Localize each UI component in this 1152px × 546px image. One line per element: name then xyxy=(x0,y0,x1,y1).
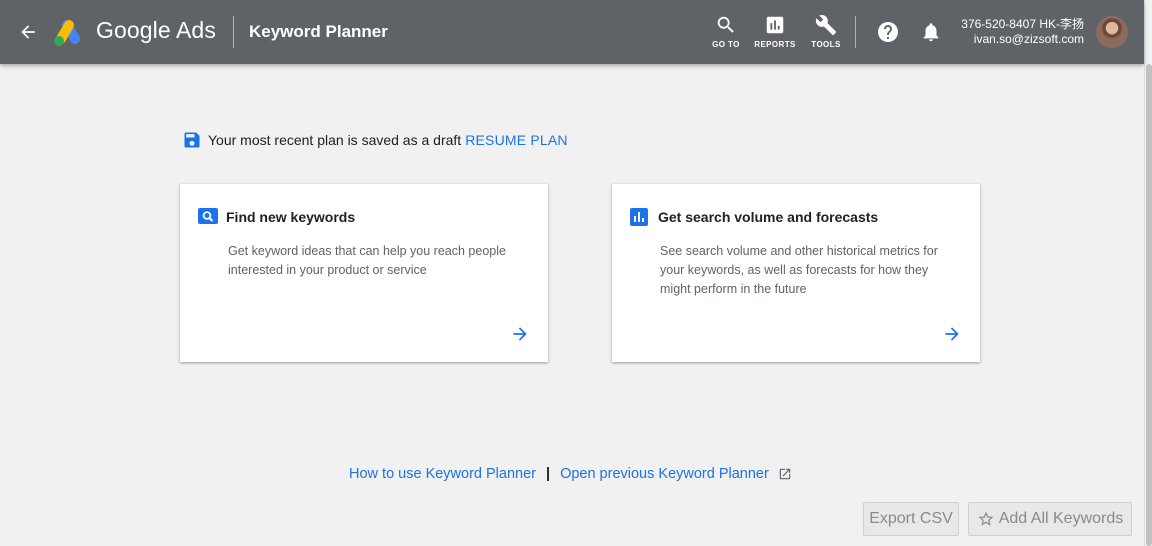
save-icon xyxy=(184,132,200,148)
export-csv-label: Export CSV xyxy=(869,510,953,527)
product-name[interactable]: Google Ads xyxy=(96,17,216,44)
tools-label: TOOLS xyxy=(811,40,841,49)
account-email: ivan.so@zizsoft.com xyxy=(973,32,1084,46)
avatar[interactable] xyxy=(1096,16,1128,48)
scrollbar-thumb[interactable] xyxy=(1146,64,1152,546)
draft-message: Your most recent plan is saved as a draf… xyxy=(208,132,462,148)
notifications-bell-icon[interactable] xyxy=(920,20,944,44)
arrow-right-icon[interactable] xyxy=(510,324,530,344)
back-arrow-icon[interactable] xyxy=(16,20,40,44)
reports-label: REPORTS xyxy=(754,40,796,49)
tools-button[interactable]: TOOLS xyxy=(811,14,841,54)
account-id: 376-520-8407 HK-李扬 xyxy=(961,17,1084,31)
external-link-icon[interactable] xyxy=(778,467,792,481)
footer-links: How to use Keyword Planner | Open previo… xyxy=(349,466,792,482)
top-app-bar: Google Ads Keyword Planner GO TO REPORTS… xyxy=(0,0,1144,64)
goto-label: GO TO xyxy=(712,40,740,49)
open-previous-planner-link[interactable]: Open previous Keyword Planner xyxy=(560,466,769,482)
search-box-icon xyxy=(198,208,218,224)
add-all-keywords-label: Add All Keywords xyxy=(998,510,1124,527)
account-info[interactable]: 376-520-8407 HK-李扬 ivan.so@zizsoft.com xyxy=(961,17,1084,47)
page-scrollbar[interactable] xyxy=(1144,0,1152,546)
goto-button[interactable]: GO TO xyxy=(712,14,740,54)
card-title: Find new keywords xyxy=(226,209,356,225)
star-icon xyxy=(978,511,994,526)
header-divider-right xyxy=(855,16,856,48)
wrench-icon xyxy=(815,15,837,36)
arrow-right-icon[interactable] xyxy=(942,324,962,344)
card-description: Get keyword ideas that can help you reac… xyxy=(228,244,506,277)
search-volume-forecasts-card[interactable]: Get search volume and forecasts See sear… xyxy=(612,184,980,362)
search-icon xyxy=(717,16,734,33)
find-new-keywords-card[interactable]: Find new keywords Get keyword ideas that… xyxy=(180,184,548,362)
reports-button[interactable]: REPORTS xyxy=(754,14,796,54)
export-csv-button[interactable]: Export CSV xyxy=(863,502,959,536)
add-all-keywords-button[interactable]: Add All Keywords xyxy=(968,502,1132,536)
page-title: Keyword Planner xyxy=(249,22,388,41)
header-divider xyxy=(233,16,234,48)
help-icon[interactable] xyxy=(876,20,900,44)
how-to-use-link[interactable]: How to use Keyword Planner xyxy=(349,466,536,482)
bar-chart-icon xyxy=(766,16,784,34)
chart-box-icon xyxy=(630,208,648,226)
card-title: Get search volume and forecasts xyxy=(658,209,879,225)
link-separator: | xyxy=(546,466,551,482)
draft-notice: Your most recent plan is saved as a draf… xyxy=(182,130,568,150)
google-ads-logo-icon[interactable] xyxy=(52,17,84,47)
card-description: See search volume and other historical m… xyxy=(660,244,938,296)
resume-plan-link[interactable]: RESUME PLAN xyxy=(465,132,568,148)
